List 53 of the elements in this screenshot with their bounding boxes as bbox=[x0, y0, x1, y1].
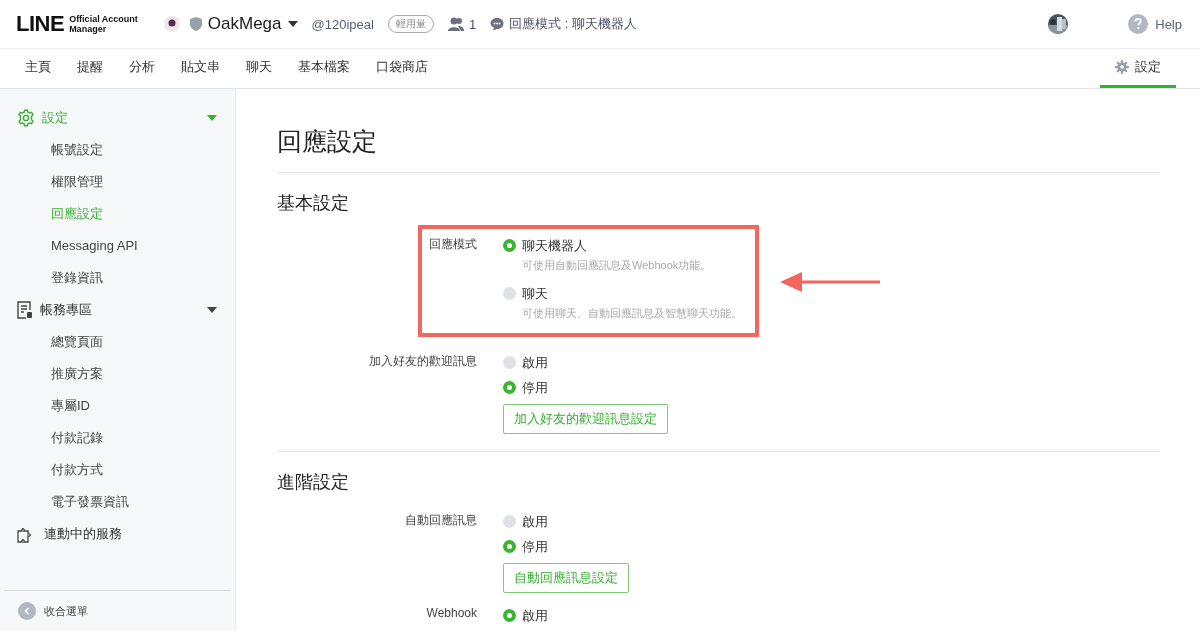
nav-tab[interactable]: 口袋商店 bbox=[363, 49, 441, 88]
radio-option[interactable]: 啟用 bbox=[503, 603, 548, 628]
nav-tab[interactable]: 分析 bbox=[116, 49, 168, 88]
section-heading: 進階設定 bbox=[277, 471, 350, 494]
radio-option[interactable]: 啟用 bbox=[503, 350, 548, 375]
sidebar-group[interactable]: 帳務專區 bbox=[0, 294, 235, 326]
account-selector[interactable]: OakMega bbox=[189, 14, 298, 34]
radio-option[interactable]: 停用 bbox=[503, 375, 548, 400]
radio-option[interactable]: 聊天 bbox=[503, 281, 548, 306]
field-label: 加入好友的歡迎訊息 bbox=[368, 353, 477, 370]
help-icon bbox=[1128, 14, 1149, 34]
friends-count: 1 bbox=[468, 16, 477, 32]
sidebar-item[interactable]: 付款方式 bbox=[0, 454, 235, 486]
field-label: 回應模式 bbox=[428, 236, 477, 253]
nav-tab[interactable]: 主頁 bbox=[12, 49, 64, 88]
option-description: 可使用聊天、自動回應訊息及智慧聊天功能。 bbox=[522, 306, 742, 321]
collapse-menu-button[interactable]: 收合選單 bbox=[4, 590, 231, 631]
help-link[interactable]: Help bbox=[1128, 14, 1182, 34]
response-mode-status: 回應模式 : 聊天機器人 bbox=[509, 15, 637, 33]
people-icon bbox=[447, 17, 464, 31]
nav-tab[interactable]: 貼文串 bbox=[168, 49, 233, 88]
nav-tab[interactable]: 基本檔案 bbox=[285, 49, 363, 88]
field-label: Webhook bbox=[425, 605, 477, 622]
account-avatar-icon bbox=[163, 16, 180, 32]
caret-icon bbox=[287, 21, 298, 27]
section-heading: 基本設定 bbox=[277, 192, 350, 215]
sidebar-item[interactable]: 專屬ID bbox=[0, 390, 235, 422]
gear-icon bbox=[17, 109, 35, 127]
sidebar-item[interactable]: 推廣方案 bbox=[0, 358, 235, 390]
document-icon bbox=[17, 301, 33, 319]
radio-option[interactable]: 啟用 bbox=[503, 509, 548, 534]
shield-icon bbox=[189, 17, 202, 31]
sidebar-item[interactable]: 總覽頁面 bbox=[0, 326, 235, 358]
sidebar-item[interactable]: 帳號設定 bbox=[0, 134, 235, 166]
settings-icon bbox=[1115, 60, 1129, 74]
settings-tab[interactable]: 設定 bbox=[1100, 49, 1176, 88]
option-description: 可使用自動回應訊息及Webhook功能。 bbox=[522, 258, 712, 273]
radio-option[interactable]: 聊天機器人 bbox=[503, 233, 587, 258]
chevron-left-icon bbox=[18, 602, 36, 620]
page-title: 回應設定 bbox=[277, 125, 1160, 173]
chat-bubble-icon bbox=[490, 17, 505, 31]
nav-tab[interactable]: 聊天 bbox=[233, 49, 285, 88]
field-label: 自動回應訊息 bbox=[404, 512, 477, 529]
nav-tab[interactable]: 提醒 bbox=[64, 49, 116, 88]
account-id: @120ipeal bbox=[311, 16, 374, 32]
sidebar-item[interactable]: 電子發票資訊 bbox=[0, 486, 235, 518]
sidebar-group[interactable]: 連動中的服務 bbox=[0, 518, 235, 550]
sidebar-item[interactable]: 權限管理 bbox=[0, 166, 235, 198]
arrow-icon bbox=[780, 272, 880, 292]
sidebar-item[interactable]: Messaging API bbox=[0, 230, 235, 262]
radio-option[interactable]: 停用 bbox=[503, 534, 548, 559]
sidebar-item[interactable]: 付款記錄 bbox=[0, 422, 235, 454]
sidebar-item[interactable]: 登錄資訊 bbox=[0, 262, 235, 294]
